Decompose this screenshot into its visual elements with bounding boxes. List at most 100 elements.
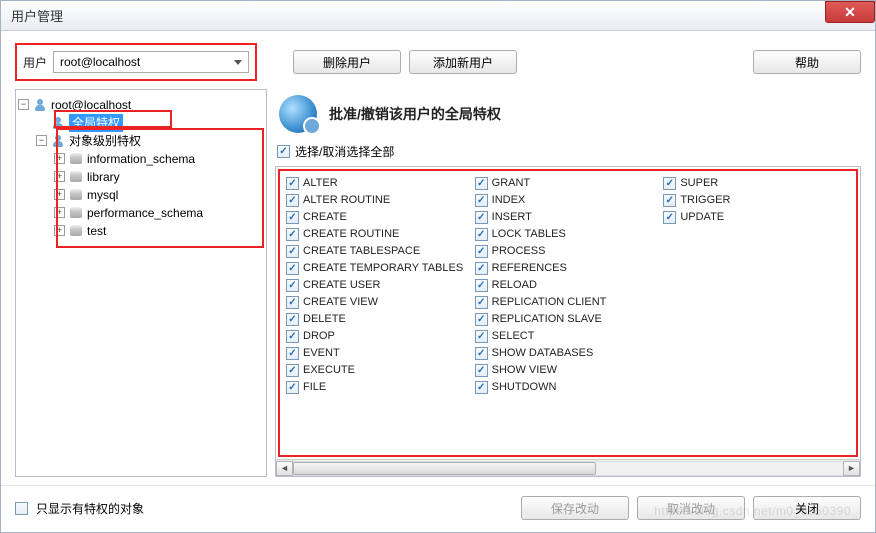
privilege-checkbox[interactable] (663, 211, 676, 224)
privilege-item: CREATE USER (286, 277, 473, 294)
scroll-right-arrow[interactable]: ► (843, 461, 860, 476)
privilege-item: FILE (286, 379, 473, 396)
privilege-checkbox[interactable] (475, 296, 488, 309)
privilege-checkbox[interactable] (475, 211, 488, 224)
user-selector-block: 用户 root@localhost (15, 43, 257, 81)
privilege-checkbox[interactable] (286, 279, 299, 292)
privilege-label: REFERENCES (492, 260, 567, 277)
privilege-checkbox[interactable] (475, 262, 488, 275)
privilege-checkbox[interactable] (475, 364, 488, 377)
privilege-label: FILE (303, 379, 326, 396)
show-priv-only-checkbox[interactable] (15, 502, 28, 515)
delete-user-button[interactable]: 删除用户 (293, 50, 401, 74)
privilege-checkbox[interactable] (475, 313, 488, 326)
privilege-label: SHUTDOWN (492, 379, 557, 396)
privilege-checkbox[interactable] (475, 245, 488, 258)
privilege-checkbox[interactable] (286, 262, 299, 275)
add-user-button[interactable]: 添加新用户 (409, 50, 517, 74)
privilege-checkbox[interactable] (286, 228, 299, 241)
save-changes-button[interactable]: 保存改动 (521, 496, 629, 520)
privilege-checkbox[interactable] (286, 194, 299, 207)
privilege-item: RELOAD (475, 277, 662, 294)
privilege-item: TRIGGER (663, 192, 850, 209)
help-button[interactable]: 帮助 (753, 50, 861, 74)
panel-heading: 批准/撤销该用户的全局特权 (329, 104, 501, 124)
privilege-item: SELECT (475, 328, 662, 345)
scroll-left-arrow[interactable]: ◄ (276, 461, 293, 476)
privilege-checkbox[interactable] (286, 313, 299, 326)
user-icon (33, 98, 47, 112)
privilege-label: EXECUTE (303, 362, 355, 379)
privilege-checkbox[interactable] (286, 245, 299, 258)
privilege-label: CREATE TABLESPACE (303, 243, 420, 260)
privilege-label: TRIGGER (680, 192, 730, 209)
privilege-label: UPDATE (680, 209, 724, 226)
close-icon: ✕ (844, 4, 856, 21)
privilege-label: PROCESS (492, 243, 546, 260)
chevron-down-icon (234, 60, 242, 65)
privilege-label: INSERT (492, 209, 532, 226)
privilege-checkbox[interactable] (475, 177, 488, 190)
content-area: − root@localhost 全局特权 (1, 85, 875, 485)
expander-minus-icon[interactable]: − (18, 99, 29, 110)
privilege-label: SHOW DATABASES (492, 345, 594, 362)
privilege-label: INDEX (492, 192, 526, 209)
select-all-checkbox[interactable] (277, 145, 290, 158)
cancel-changes-button[interactable]: 取消改动 (637, 496, 745, 520)
privilege-label: SUPER (680, 175, 718, 192)
privilege-panel: 批准/撤销该用户的全局特权 选择/取消选择全部 ALTERALTER ROUTI… (275, 89, 861, 477)
scroll-track[interactable] (293, 461, 843, 476)
privilege-item: SHOW DATABASES (475, 345, 662, 362)
privilege-item: GRANT (475, 175, 662, 192)
privilege-label: CREATE TEMPORARY TABLES (303, 260, 463, 277)
privilege-checkbox[interactable] (286, 330, 299, 343)
close-window-button[interactable]: ✕ (825, 1, 875, 23)
user-dropdown[interactable]: root@localhost (53, 51, 249, 73)
privilege-checkbox[interactable] (286, 211, 299, 224)
privilege-grid: ALTERALTER ROUTINECREATECREATE ROUTINECR… (280, 171, 856, 455)
privilege-checkbox[interactable] (475, 194, 488, 207)
privilege-item: CREATE TABLESPACE (286, 243, 473, 260)
privilege-item: DELETE (286, 311, 473, 328)
privilege-checkbox[interactable] (663, 194, 676, 207)
privilege-item: PROCESS (475, 243, 662, 260)
privilege-label: LOCK TABLES (492, 226, 566, 243)
scroll-thumb[interactable] (293, 462, 596, 475)
privilege-checkbox[interactable] (286, 177, 299, 190)
privilege-item: UPDATE (663, 209, 850, 226)
titlebar: 用户管理 ✕ (1, 1, 875, 31)
privilege-label: DELETE (303, 311, 346, 328)
privilege-item: CREATE ROUTINE (286, 226, 473, 243)
privilege-item: CREATE TEMPORARY TABLES (286, 260, 473, 277)
privilege-checkbox[interactable] (475, 347, 488, 360)
privilege-checkbox[interactable] (286, 381, 299, 394)
privilege-label: ALTER ROUTINE (303, 192, 390, 209)
privilege-label: EVENT (303, 345, 340, 362)
privilege-label: REPLICATION CLIENT (492, 294, 607, 311)
user-dropdown-value: root@localhost (60, 55, 140, 69)
expander-minus-icon[interactable]: − (36, 135, 47, 146)
privilege-checkbox[interactable] (286, 347, 299, 360)
privilege-label: GRANT (492, 175, 531, 192)
privilege-checkbox[interactable] (475, 330, 488, 343)
privilege-label: SHOW VIEW (492, 362, 557, 379)
close-button[interactable]: 关闭 (753, 496, 861, 520)
expander-blank (36, 117, 47, 128)
window-frame: 用户管理 ✕ 用户 root@localhost 删除用户 添加新用户 帮助 − (0, 0, 876, 533)
annotation-box (56, 128, 264, 248)
privilege-checkbox[interactable] (475, 381, 488, 394)
privilege-checkbox[interactable] (475, 228, 488, 241)
privilege-checkbox[interactable] (663, 177, 676, 190)
privilege-column: ALTERALTER ROUTINECREATECREATE ROUTINECR… (286, 175, 473, 396)
privilege-label: REPLICATION SLAVE (492, 311, 602, 328)
privilege-checkbox[interactable] (286, 296, 299, 309)
privilege-item: CREATE (286, 209, 473, 226)
privilege-checkbox[interactable] (286, 364, 299, 377)
privilege-item: LOCK TABLES (475, 226, 662, 243)
toolbar: 用户 root@localhost 删除用户 添加新用户 帮助 (1, 31, 875, 85)
privilege-item: CREATE VIEW (286, 294, 473, 311)
privilege-checkbox[interactable] (475, 279, 488, 292)
horizontal-scrollbar[interactable]: ◄ ► (276, 459, 860, 476)
user-tree-panel[interactable]: − root@localhost 全局特权 (15, 89, 267, 477)
window-title: 用户管理 (11, 6, 63, 25)
